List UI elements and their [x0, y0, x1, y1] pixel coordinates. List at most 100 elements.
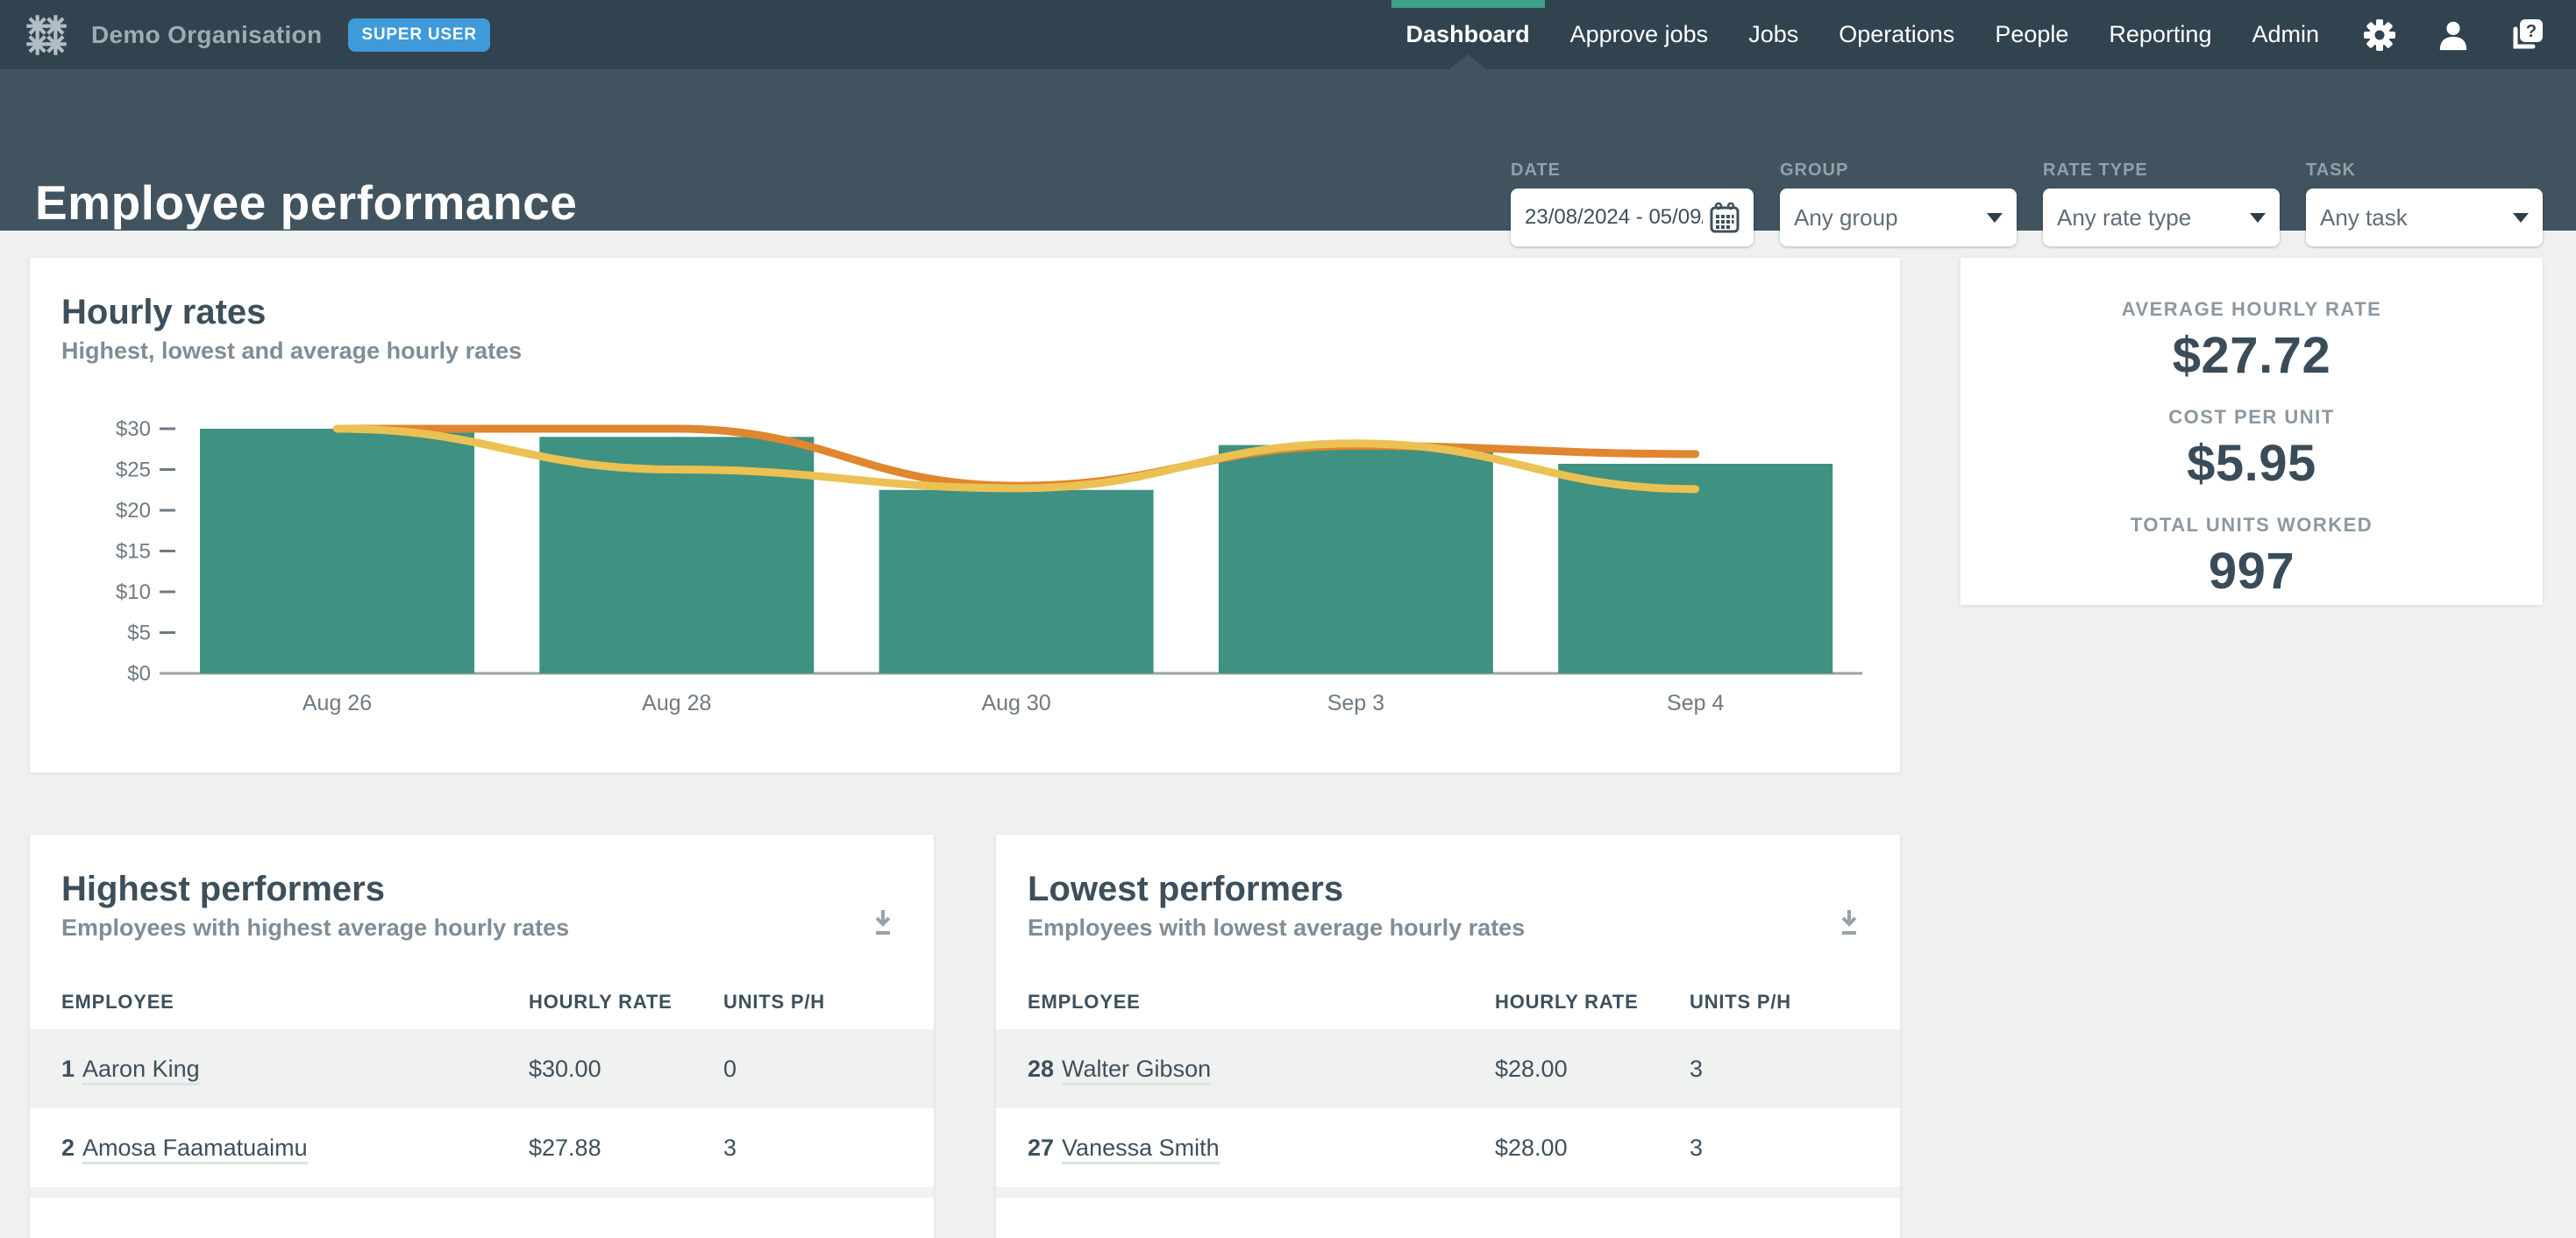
- group-select[interactable]: Any group: [1780, 189, 2017, 246]
- svg-text:?: ?: [2526, 22, 2537, 41]
- org-logo-icon: [21, 10, 72, 60]
- svg-text:Aug 26: Aug 26: [302, 691, 372, 715]
- lowest-performers-title: Lowest performers: [1028, 870, 1868, 909]
- nav-tab-people[interactable]: People: [1975, 0, 2089, 69]
- summary-stats-card: AVERAGE HOURLY RATE $27.72 COST PER UNIT…: [1960, 258, 2543, 605]
- highest-performers-card: Highest performers Employees with highes…: [30, 835, 934, 1238]
- rate-type-select-value: Any rate type: [2057, 204, 2191, 231]
- col-units-ph: UNITS P/H: [1690, 991, 1900, 1014]
- svg-text:$25: $25: [116, 459, 151, 482]
- table-row: 27 Vanessa Smith $28.00 3: [996, 1108, 1900, 1187]
- units-cell: 3: [723, 1135, 934, 1162]
- stat-value: $27.72: [1960, 326, 2543, 385]
- top-bar: Demo Organisation SUPER USER Dashboard A…: [0, 0, 2576, 69]
- date-range-value: 23/08/2024 - 05/09/2024: [1525, 205, 1703, 230]
- nav-tab-reporting[interactable]: Reporting: [2089, 0, 2231, 69]
- svg-text:$15: $15: [116, 540, 151, 564]
- col-hourly-rate: HOURLY RATE: [529, 991, 723, 1014]
- col-units-ph: UNITS P/H: [723, 991, 934, 1014]
- lowest-performers-subtitle: Employees with lowest average hourly rat…: [1028, 914, 1868, 942]
- stat-label: COST PER UNIT: [1960, 406, 2543, 429]
- main-nav: Dashboard Approve jobs Jobs Operations P…: [1386, 0, 2339, 69]
- svg-text:$5: $5: [127, 622, 151, 645]
- hourly-rate-cell: $28.00: [1495, 1056, 1690, 1083]
- svg-text:Aug 28: Aug 28: [642, 691, 711, 715]
- table-header-row: EMPLOYEE HOURLY RATE UNITS P/H: [30, 975, 934, 1029]
- hourly-rates-card: Hourly rates Highest, lowest and average…: [30, 258, 1900, 772]
- nav-tab-jobs[interactable]: Jobs: [1728, 0, 1818, 69]
- calendar-icon: [1710, 202, 1740, 233]
- highest-performers-title: Highest performers: [61, 870, 902, 909]
- rank: 28: [1028, 1056, 1054, 1082]
- brand: Demo Organisation SUPER USER: [0, 10, 490, 60]
- chart-title: Hourly rates: [61, 293, 1868, 332]
- rate-type-filter-label: RATE TYPE: [2043, 160, 2280, 181]
- user-profile-icon[interactable]: [2436, 18, 2471, 53]
- stat-total-units-worked: TOTAL UNITS WORKED 997: [1960, 514, 2543, 601]
- lowest-performers-card: Lowest performers Employees with lowest …: [996, 835, 1900, 1238]
- table-row-partial: [30, 1187, 934, 1198]
- svg-text:$20: $20: [116, 499, 151, 523]
- table-row-partial: [996, 1187, 1900, 1198]
- filter-task: TASK Any task: [2306, 160, 2543, 246]
- highest-performers-table: EMPLOYEE HOURLY RATE UNITS P/H 1 Aaron Ki…: [30, 975, 934, 1198]
- download-icon[interactable]: [869, 907, 897, 941]
- nav-tab-approve-jobs[interactable]: Approve jobs: [1550, 0, 1729, 69]
- table-header-row: EMPLOYEE HOURLY RATE UNITS P/H: [996, 975, 1900, 1029]
- employee-link[interactable]: Amosa Faamatuaimu: [82, 1135, 308, 1164]
- rate-type-select[interactable]: Any rate type: [2043, 189, 2280, 246]
- super-user-badge: SUPER USER: [348, 18, 490, 52]
- hourly-rate-cell: $27.88: [529, 1135, 723, 1162]
- task-select-value: Any task: [2320, 204, 2408, 231]
- org-name: Demo Organisation: [91, 21, 322, 49]
- task-select[interactable]: Any task: [2306, 189, 2543, 246]
- svg-text:Aug 30: Aug 30: [981, 691, 1050, 715]
- table-row: 28 Walter Gibson $28.00 3: [996, 1029, 1900, 1108]
- stat-label: AVERAGE HOURLY RATE: [1960, 298, 2543, 321]
- employee-link[interactable]: Aaron King: [82, 1056, 200, 1085]
- help-icon[interactable]: ?: [2509, 18, 2544, 53]
- rank: 2: [61, 1135, 75, 1161]
- employee-link[interactable]: Walter Gibson: [1062, 1056, 1211, 1085]
- chevron-down-icon: [2250, 213, 2266, 223]
- group-select-value: Any group: [1794, 204, 1898, 231]
- filter-rate-type: RATE TYPE Any rate type: [2043, 160, 2280, 246]
- filter-bar: DATE 23/08/2024 - 05/09/2024 GROUP: [1511, 160, 2543, 246]
- download-icon[interactable]: [1835, 907, 1863, 941]
- col-employee: EMPLOYEE: [1028, 991, 1495, 1014]
- filter-group: GROUP Any group: [1780, 160, 2017, 246]
- topbar-icons: ?: [2339, 18, 2576, 53]
- task-filter-label: TASK: [2306, 160, 2543, 181]
- date-range-input[interactable]: 23/08/2024 - 05/09/2024: [1511, 189, 1754, 246]
- page-header: Employee performance DATE 23/08/2024 - 0…: [0, 69, 2576, 231]
- units-cell: 0: [723, 1056, 934, 1083]
- stat-cost-per-unit: COST PER UNIT $5.95: [1960, 406, 2543, 493]
- rank: 27: [1028, 1135, 1054, 1161]
- table-row: 1 Aaron King $30.00 0: [30, 1029, 934, 1108]
- page-title: Employee performance: [35, 174, 577, 231]
- col-hourly-rate: HOURLY RATE: [1495, 991, 1690, 1014]
- chevron-down-icon: [1987, 213, 2003, 223]
- svg-text:Sep 3: Sep 3: [1327, 691, 1384, 715]
- settings-gear-icon[interactable]: [2362, 18, 2397, 53]
- units-cell: 3: [1690, 1056, 1900, 1083]
- nav-tab-admin[interactable]: Admin: [2231, 0, 2339, 69]
- hourly-rate-cell: $28.00: [1495, 1135, 1690, 1162]
- chart-subtitle: Highest, lowest and average hourly rates: [61, 338, 1868, 365]
- stat-value: 997: [1960, 542, 2543, 601]
- date-filter-label: DATE: [1511, 160, 1754, 181]
- hourly-rate-cell: $30.00: [529, 1056, 723, 1083]
- col-employee: EMPLOYEE: [61, 991, 529, 1014]
- group-filter-label: GROUP: [1780, 160, 2017, 181]
- stat-label: TOTAL UNITS WORKED: [1960, 514, 2543, 537]
- svg-text:$10: $10: [116, 580, 151, 604]
- stat-value: $5.95: [1960, 434, 2543, 493]
- employee-link[interactable]: Vanessa Smith: [1062, 1135, 1220, 1164]
- nav-tab-dashboard[interactable]: Dashboard: [1386, 0, 1550, 69]
- filter-date: DATE 23/08/2024 - 05/09/2024: [1511, 160, 1754, 246]
- units-cell: 3: [1690, 1135, 1900, 1162]
- rank: 1: [61, 1056, 75, 1082]
- stat-average-hourly-rate: AVERAGE HOURLY RATE $27.72: [1960, 298, 2543, 385]
- nav-tab-operations[interactable]: Operations: [1818, 0, 1975, 69]
- table-row: 2 Amosa Faamatuaimu $27.88 3: [30, 1108, 934, 1187]
